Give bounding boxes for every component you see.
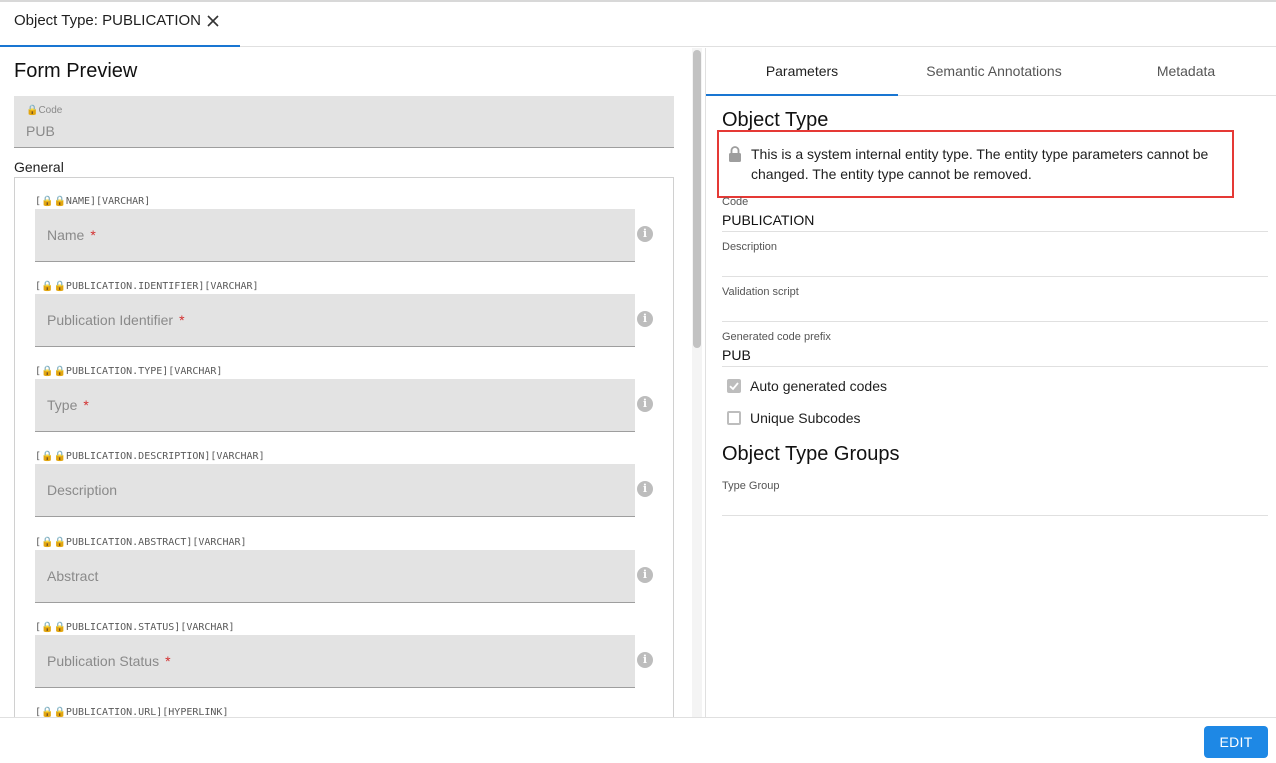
required-marker: * bbox=[179, 312, 185, 328]
bottom-action-bar: EDIT bbox=[0, 717, 1276, 763]
required-marker: * bbox=[165, 653, 171, 669]
form-preview-title: Form Preview bbox=[14, 60, 138, 82]
code-field-value: PUB bbox=[26, 123, 55, 139]
property-publication-url: [🔒🔒PUBLICATION.URL][HYPERLINK] bbox=[35, 707, 655, 717]
close-icon[interactable] bbox=[206, 14, 220, 28]
publication-identifier-field[interactable]: Publication Identifier * bbox=[35, 294, 635, 347]
field-label: Description bbox=[47, 482, 118, 498]
field-label: Publication Identifier bbox=[47, 312, 174, 328]
required-marker: * bbox=[83, 397, 89, 413]
auto-generated-codes-checkbox[interactable] bbox=[727, 379, 741, 393]
property-meta: [🔒🔒PUBLICATION.URL][HYPERLINK] bbox=[35, 707, 229, 717]
field-label: Publication Status bbox=[47, 653, 160, 669]
property-name: [🔒🔒NAME][VARCHAR] Name * i bbox=[35, 196, 655, 266]
property-meta: [🔒🔒PUBLICATION.TYPE][VARCHAR] bbox=[35, 366, 223, 377]
info-icon[interactable]: i bbox=[637, 567, 653, 583]
section-label-general: General bbox=[14, 159, 64, 175]
object-type-groups-heading: Object Type Groups bbox=[722, 443, 900, 465]
property-abstract: [🔒🔒PUBLICATION.ABSTRACT][VARCHAR] Abstra… bbox=[35, 537, 655, 607]
type-group-field[interactable]: Type Group bbox=[722, 480, 1268, 516]
unique-subcodes-label: Unique Subcodes bbox=[750, 410, 861, 426]
object-type-heading: Object Type bbox=[722, 109, 829, 131]
tab-parameters[interactable]: Parameters bbox=[706, 48, 898, 96]
edit-button[interactable]: EDIT bbox=[1204, 726, 1268, 758]
code-field-label: 🔒Code bbox=[26, 105, 63, 116]
code-field: 🔒Code PUB bbox=[14, 96, 674, 148]
info-icon[interactable]: i bbox=[637, 481, 653, 497]
property-publication-identifier: [🔒🔒PUBLICATION.IDENTIFIER][VARCHAR] Publ… bbox=[35, 281, 655, 351]
section-general: [🔒🔒NAME][VARCHAR] Name * i [🔒🔒PUBLICATION… bbox=[14, 177, 674, 717]
code-prefix-field[interactable]: Generated code prefix PUB bbox=[722, 331, 1268, 367]
check-icon bbox=[729, 382, 739, 391]
validation-script-field[interactable]: Validation script bbox=[722, 286, 1268, 322]
tab-label: Object Type: PUBLICATION bbox=[14, 12, 202, 29]
abstract-field[interactable]: Abstract bbox=[35, 550, 635, 603]
right-tabs: Parameters Semantic Annotations Metadata bbox=[706, 48, 1276, 96]
description-param-label: Description bbox=[722, 241, 778, 253]
publication-status-field[interactable]: Publication Status * bbox=[35, 635, 635, 688]
info-icon[interactable]: i bbox=[637, 311, 653, 327]
field-label: Type bbox=[47, 397, 78, 413]
field-label: Abstract bbox=[47, 568, 99, 584]
type-group-label: Type Group bbox=[722, 480, 780, 492]
tab-metadata[interactable]: Metadata bbox=[1090, 48, 1276, 96]
top-tab-bar: Object Type: PUBLICATION bbox=[0, 0, 1276, 47]
property-meta: [🔒🔒PUBLICATION.IDENTIFIER][VARCHAR] bbox=[35, 281, 259, 292]
property-type: [🔒🔒PUBLICATION.TYPE][VARCHAR] Type * i bbox=[35, 366, 655, 436]
property-meta: [🔒🔒NAME][VARCHAR] bbox=[35, 196, 151, 207]
code-prefix-label: Generated code prefix bbox=[722, 331, 831, 343]
warning-text: This is a system internal entity type. T… bbox=[751, 146, 1209, 182]
unique-subcodes-checkbox[interactable] bbox=[727, 411, 741, 425]
property-description: [🔒🔒PUBLICATION.DESCRIPTION][VARCHAR] Des… bbox=[35, 451, 655, 521]
property-meta: [🔒🔒PUBLICATION.STATUS][VARCHAR] bbox=[35, 622, 235, 633]
scrollbar-thumb[interactable] bbox=[693, 50, 701, 348]
auto-generated-codes-label: Auto generated codes bbox=[750, 378, 887, 394]
required-marker: * bbox=[90, 227, 96, 243]
property-meta: [🔒🔒PUBLICATION.DESCRIPTION][VARCHAR] bbox=[35, 451, 265, 462]
lock-icon bbox=[729, 146, 741, 162]
tab-object-type-publication[interactable]: Object Type: PUBLICATION bbox=[0, 2, 240, 47]
property-publication-status: [🔒🔒PUBLICATION.STATUS][VARCHAR] Publicat… bbox=[35, 622, 655, 692]
info-icon[interactable]: i bbox=[637, 226, 653, 242]
type-field[interactable]: Type * bbox=[35, 379, 635, 432]
system-warning: This is a system internal entity type. T… bbox=[717, 130, 1234, 198]
code-param-field[interactable]: Code PUBLICATION bbox=[722, 196, 1268, 232]
parameters-panel: Parameters Semantic Annotations Metadata… bbox=[706, 48, 1276, 717]
validation-script-label: Validation script bbox=[722, 286, 799, 298]
form-preview-panel: Form Preview 🔒Code PUB General [🔒🔒NAME][… bbox=[0, 48, 690, 717]
code-prefix-value: PUB bbox=[722, 347, 751, 363]
info-icon[interactable]: i bbox=[637, 396, 653, 412]
info-icon[interactable]: i bbox=[637, 652, 653, 668]
property-meta: [🔒🔒PUBLICATION.ABSTRACT][VARCHAR] bbox=[35, 537, 247, 548]
field-label: Name bbox=[47, 227, 85, 243]
tab-semantic-annotations[interactable]: Semantic Annotations bbox=[898, 48, 1090, 96]
description-field[interactable]: Description bbox=[35, 464, 635, 517]
code-param-value: PUBLICATION bbox=[722, 212, 815, 228]
code-param-label: Code bbox=[722, 196, 749, 208]
name-field[interactable]: Name * bbox=[35, 209, 635, 262]
description-param-field[interactable]: Description bbox=[722, 241, 1268, 277]
